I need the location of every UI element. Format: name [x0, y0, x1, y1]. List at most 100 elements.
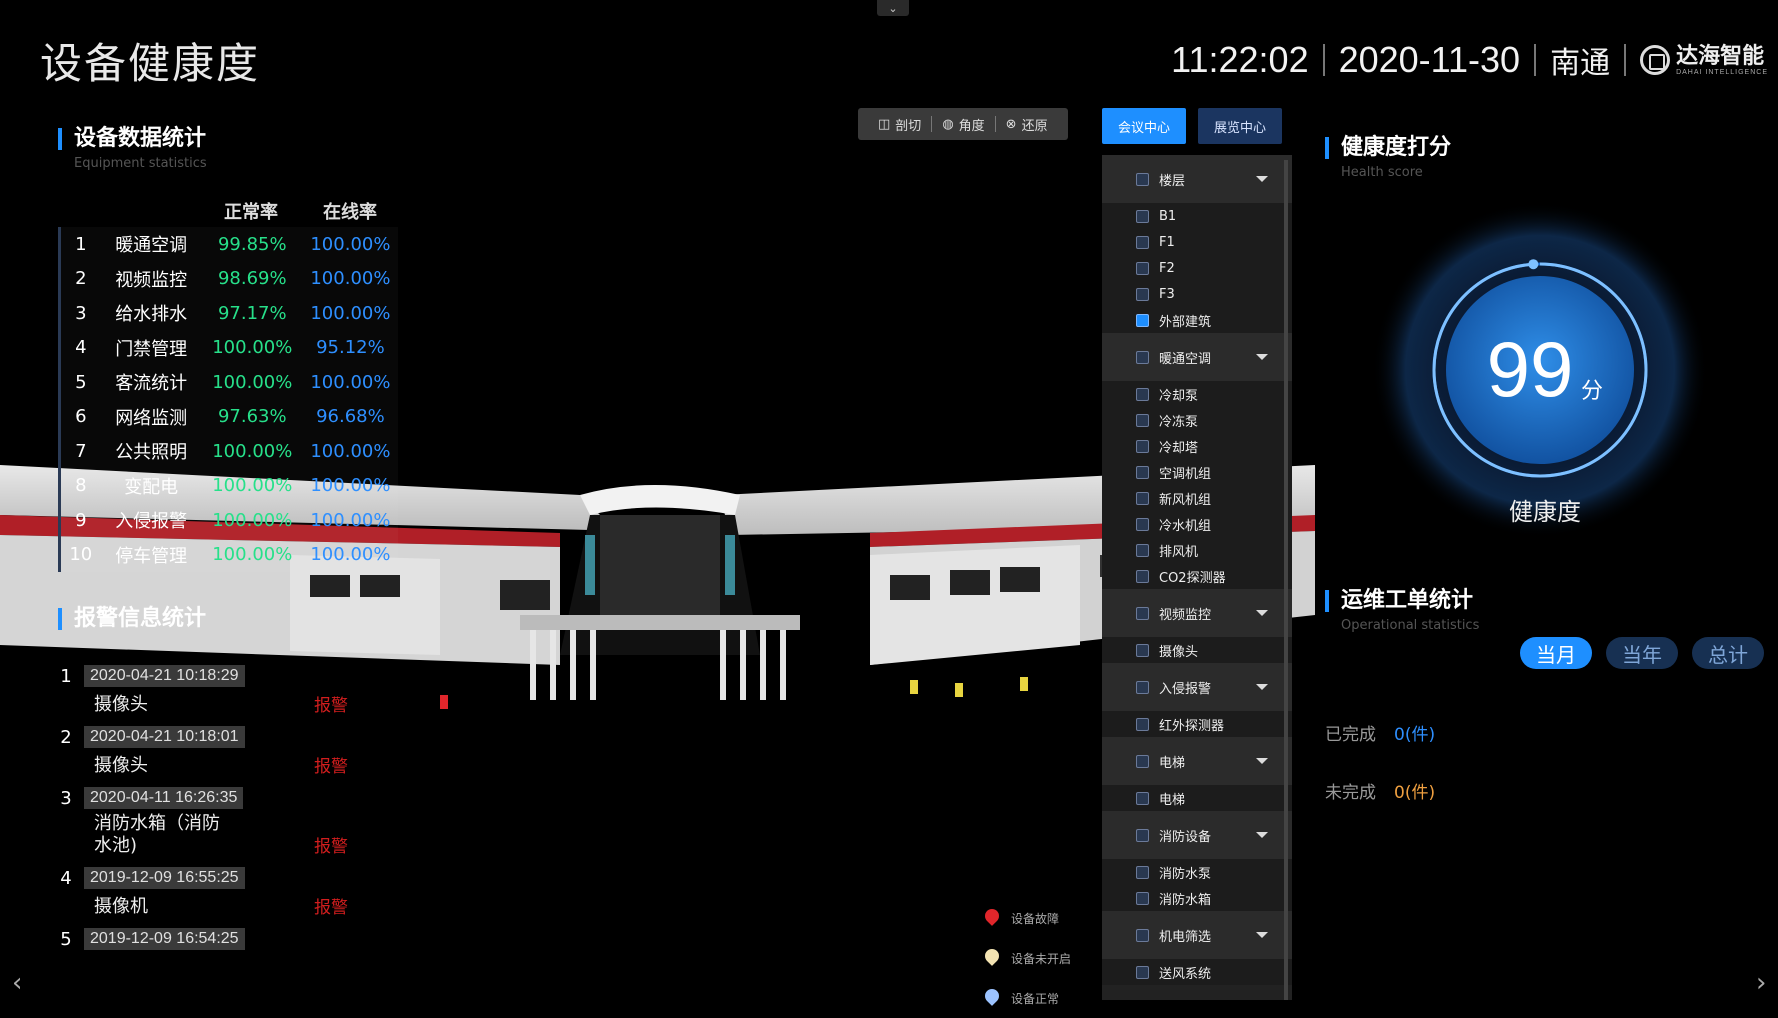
filter-item[interactable]: F3 — [1102, 281, 1292, 307]
checkbox[interactable] — [1136, 865, 1149, 879]
checkbox[interactable] — [1136, 891, 1149, 905]
checkbox[interactable] — [1136, 313, 1149, 327]
filter-item-label: F3 — [1159, 286, 1175, 302]
caret-down-icon[interactable] — [1256, 610, 1268, 616]
filter-item[interactable]: CO2探测器 — [1102, 563, 1292, 589]
stats-row[interactable]: 5 客流统计 100.00% 100.00% — [58, 365, 398, 400]
stats-row[interactable]: 8 变配电 100.00% 100.00% — [58, 468, 398, 503]
checkbox[interactable] — [1136, 717, 1149, 731]
filter-item[interactable]: 电梯 — [1102, 785, 1292, 811]
checkbox[interactable] — [1136, 439, 1149, 453]
period-month-button[interactable]: 当月 — [1520, 637, 1592, 669]
system-name: 门禁管理 — [115, 338, 188, 360]
period-year-button[interactable]: 当年 — [1606, 637, 1678, 669]
normal-rate: 100.00% — [212, 337, 293, 359]
checkbox[interactable] — [1136, 965, 1149, 979]
stats-row[interactable]: 2 视频监控 98.69% 100.00% — [58, 261, 398, 296]
filter-item[interactable]: 摄像头 — [1102, 637, 1292, 663]
caret-down-icon[interactable] — [1256, 932, 1268, 938]
checkbox[interactable] — [1136, 261, 1149, 275]
tab-exhibition-center[interactable]: 展览中心 — [1198, 108, 1282, 144]
checkbox[interactable] — [1136, 680, 1149, 694]
filter-item[interactable]: B1 — [1102, 203, 1292, 229]
filter-group-header[interactable]: 暖通空调 — [1102, 333, 1292, 381]
alarm-item[interactable]: 1 2020-04-21 10:18:29 摄像头 报警 — [58, 665, 348, 716]
filter-group-header[interactable]: 视频监控 — [1102, 589, 1292, 637]
stats-row[interactable]: 7 公共照明 100.00% 100.00% — [58, 434, 398, 469]
filter-group-header[interactable]: 电梯 — [1102, 737, 1292, 785]
alarm-status: 报警 — [314, 696, 348, 716]
filter-group-header[interactable]: 入侵报警 — [1102, 663, 1292, 711]
restore-button[interactable]: ⊗ 还原 — [996, 115, 1058, 134]
filter-item[interactable]: 外部建筑 — [1102, 307, 1292, 333]
checkbox[interactable] — [1136, 928, 1149, 942]
checkbox[interactable] — [1136, 235, 1149, 249]
filter-group-header[interactable]: 消防设备 — [1102, 811, 1292, 859]
row-index: 5 — [75, 371, 87, 393]
filter-item[interactable]: 冷却塔 — [1102, 433, 1292, 459]
checkbox[interactable] — [1136, 209, 1149, 223]
stats-row[interactable]: 4 门禁管理 100.00% 95.12% — [58, 330, 398, 365]
alarm-item[interactable]: 2 2020-04-21 10:18:01 摄像头 报警 — [58, 726, 348, 777]
checkbox[interactable] — [1136, 517, 1149, 531]
filter-item[interactable]: 新风机组 — [1102, 485, 1292, 511]
caret-down-icon[interactable] — [1256, 758, 1268, 764]
filter-item[interactable]: 消防水泵 — [1102, 859, 1292, 885]
filter-item[interactable]: 冷冻泵 — [1102, 407, 1292, 433]
checkbox[interactable] — [1136, 465, 1149, 479]
health-subtitle: Health score — [1341, 165, 1423, 180]
header-info: 11:22:02 2020-11-30 南通 达海智能 DAHAI INTELL… — [1171, 38, 1768, 82]
filter-item[interactable]: 送风系统 — [1102, 959, 1292, 985]
filter-item-label: CO2探测器 — [1159, 570, 1226, 586]
tab-meeting-center[interactable]: 会议中心 — [1102, 108, 1186, 144]
stats-row[interactable]: 9 入侵报警 100.00% 100.00% — [58, 503, 398, 538]
prev-page-arrow-icon[interactable]: ‹ — [12, 968, 22, 998]
checkbox[interactable] — [1136, 754, 1149, 768]
checkbox[interactable] — [1136, 172, 1149, 186]
stats-row[interactable]: 3 给水排水 97.17% 100.00% — [58, 296, 398, 331]
filter-item[interactable]: 冷水机组 — [1102, 511, 1292, 537]
checkbox[interactable] — [1136, 543, 1149, 557]
period-total-button[interactable]: 总计 — [1692, 637, 1764, 669]
filter-scrollbar[interactable] — [1284, 160, 1288, 1000]
filter-item[interactable]: F1 — [1102, 229, 1292, 255]
checkbox[interactable] — [1136, 569, 1149, 583]
caret-down-icon[interactable] — [1256, 354, 1268, 360]
filter-item[interactable]: 空调机组 — [1102, 459, 1292, 485]
filter-item[interactable]: 消防水箱 — [1102, 885, 1292, 911]
checkbox[interactable] — [1136, 387, 1149, 401]
checkbox[interactable] — [1136, 828, 1149, 842]
angle-button[interactable]: ◍ 角度 — [932, 115, 994, 134]
alarm-index: 4 — [60, 867, 72, 889]
filter-item[interactable]: 排风机 — [1102, 537, 1292, 563]
next-page-arrow-icon[interactable]: › — [1756, 968, 1766, 998]
filter-item[interactable]: 冷却泵 — [1102, 381, 1292, 407]
alarm-item[interactable]: 3 2020-04-11 16:26:35 消防水箱（消防水池) 报警 — [58, 787, 348, 857]
stats-row[interactable]: 6 网络监测 97.63% 96.68% — [58, 399, 398, 434]
caret-down-icon[interactable] — [1256, 684, 1268, 690]
caret-down-icon[interactable] — [1256, 832, 1268, 838]
filter-item-label: 红外探测器 — [1159, 718, 1225, 734]
checkbox[interactable] — [1136, 643, 1149, 657]
checkbox[interactable] — [1136, 606, 1149, 620]
filter-item[interactable]: F2 — [1102, 255, 1292, 281]
alarm-item[interactable]: 5 2019-12-09 16:54:25 — [58, 928, 348, 950]
normal-rate: 100.00% — [212, 509, 293, 531]
divider — [1322, 44, 1325, 76]
filter-group-header[interactable]: 机电筛选 — [1102, 911, 1292, 959]
filter-item[interactable]: 红外探测器 — [1102, 711, 1292, 737]
checkbox[interactable] — [1136, 491, 1149, 505]
cut-button[interactable]: ◫ 剖切 — [868, 115, 931, 134]
checkbox[interactable] — [1136, 350, 1149, 364]
checkbox[interactable] — [1136, 413, 1149, 427]
alarm-item[interactable]: 4 2019-12-09 16:55:25 摄像机 报警 — [58, 867, 348, 918]
stats-row[interactable]: 1 暖通空调 99.85% 100.00% — [58, 227, 398, 262]
alarm-index: 3 — [60, 787, 72, 809]
caret-down-icon[interactable] — [1256, 176, 1268, 182]
alarm-status: 报警 — [314, 757, 348, 777]
filter-group-header[interactable]: 楼层 — [1102, 155, 1292, 203]
collapse-toggle-button[interactable]: ⌄ — [877, 0, 909, 16]
stats-row[interactable]: 10 停车管理 100.00% 100.00% — [58, 537, 398, 572]
checkbox[interactable] — [1136, 791, 1149, 805]
checkbox[interactable] — [1136, 287, 1149, 301]
